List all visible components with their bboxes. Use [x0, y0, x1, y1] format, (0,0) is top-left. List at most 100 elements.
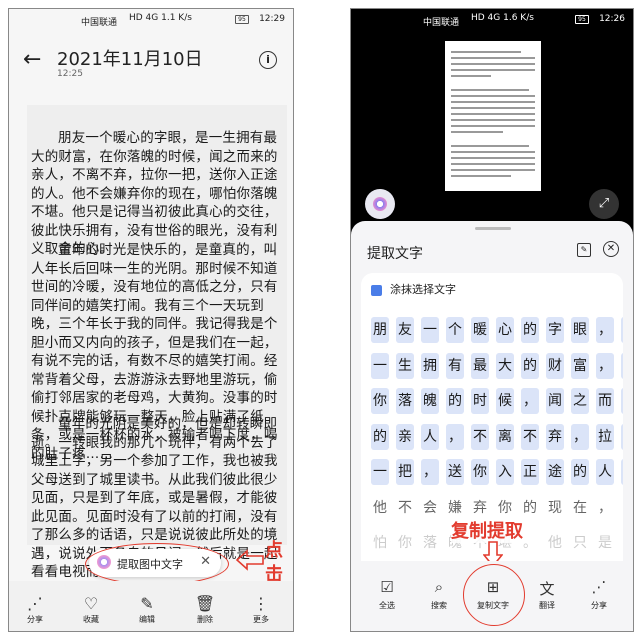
character-cell[interactable]: 入 [496, 459, 514, 485]
character-cell[interactable]: 字 [546, 317, 564, 343]
translate-icon: 文 [539, 580, 555, 598]
character-cell[interactable]: 在 [571, 495, 589, 521]
character-cell[interactable]: 不 [396, 495, 414, 521]
character-cell[interactable]: 亲 [396, 423, 414, 450]
character-cell[interactable]: ， [446, 423, 464, 450]
back-arrow-icon[interactable]: ← [23, 49, 41, 71]
toolbar-delete[interactable]: 🗑 删除 [185, 594, 225, 625]
character-cell[interactable]: 闻 [546, 388, 564, 414]
character-cell[interactable]: 哪 [621, 495, 623, 521]
toolbar-label: 分享 [591, 601, 607, 610]
character-cell[interactable]: 只 [571, 530, 589, 556]
character-cell[interactable]: ， [596, 495, 614, 521]
character-cell[interactable]: ， [596, 317, 614, 343]
character-cell[interactable]: 拉 [596, 423, 614, 450]
character-cell[interactable]: ， [421, 459, 439, 485]
character-cell[interactable]: 一 [421, 317, 439, 343]
character-cell[interactable]: 财 [546, 352, 564, 379]
character-cell[interactable]: 现 [546, 495, 564, 521]
photo-paragraph: 朋友一个暖心的字眼，是一生拥有最大的财富，在你落魄的时候，闻之而来的亲人，不离不… [31, 130, 278, 257]
character-cell[interactable]: ， [596, 352, 614, 379]
info-icon[interactable]: i [259, 51, 277, 69]
character-cell[interactable]: 一 [371, 459, 389, 485]
toolbar-translate[interactable]: 文翻译 [525, 578, 569, 611]
character-cell[interactable]: 你 [621, 423, 623, 450]
character-cell[interactable]: 的 [371, 423, 389, 450]
character-cell[interactable]: 弃 [546, 423, 564, 450]
character-cell[interactable]: 记 [621, 530, 623, 556]
character-cell[interactable]: 不 [521, 423, 539, 450]
sheet-handle[interactable] [475, 227, 511, 230]
character-cell[interactable]: 怕 [371, 530, 389, 556]
character-cell[interactable]: 候 [496, 388, 514, 414]
smear-select-option[interactable]: 涂抹选择文字 [371, 281, 456, 297]
character-cell[interactable]: 他 [371, 495, 389, 521]
character-cell[interactable]: 最 [471, 352, 489, 379]
annotation-circle [85, 543, 229, 585]
toolbar-more[interactable]: ⋮ 更多 [241, 594, 281, 625]
signal-indicator: HD 4G 1.6 K/s [471, 13, 534, 23]
thumbnail-text-line [451, 131, 503, 133]
close-icon[interactable]: ✕ [603, 241, 619, 257]
character-cell[interactable]: 之 [571, 388, 589, 414]
character-cell[interactable]: 的 [521, 352, 539, 379]
character-cell[interactable]: 落 [396, 388, 414, 414]
character-cell[interactable]: 是 [621, 317, 623, 343]
character-cell[interactable]: 来 [621, 388, 623, 414]
character-cell[interactable]: 魄 [421, 388, 439, 414]
character-cell[interactable]: 一 [371, 352, 389, 379]
toolbar-edit[interactable]: ✎ 编辑 [127, 594, 167, 625]
character-cell[interactable]: 你 [471, 459, 489, 485]
character-cell[interactable]: 途 [546, 459, 564, 485]
character-cell[interactable]: 生 [396, 352, 414, 379]
image-preview-area: 中国联通 HD 4G 1.6 K/s 95 12:26 ⤢ [351, 9, 633, 241]
character-cell[interactable]: 。 [621, 459, 623, 485]
toolbar-search[interactable]: ⌕ 搜索 [417, 578, 461, 611]
character-cell[interactable]: 是 [596, 530, 614, 556]
expand-icon[interactable]: ⤢ [589, 189, 619, 219]
trash-icon: 🗑 [194, 594, 216, 613]
character-cell[interactable]: 大 [496, 352, 514, 379]
character-cell[interactable]: 会 [421, 495, 439, 521]
character-cell[interactable]: 富 [571, 352, 589, 379]
character-cell[interactable]: 落 [421, 530, 439, 556]
character-cell[interactable]: ， [521, 388, 539, 414]
character-cell[interactable]: 友 [396, 317, 414, 343]
character-cell[interactable]: 暖 [471, 317, 489, 343]
character-cell[interactable]: 眼 [571, 317, 589, 343]
character-cell[interactable]: 不 [471, 423, 489, 450]
character-cell[interactable]: 你 [371, 388, 389, 414]
status-time: 12:26 [599, 14, 625, 24]
toolbar-favorite[interactable]: ♡ 收藏 [71, 594, 111, 625]
character-cell[interactable]: 有 [446, 352, 464, 379]
toolbar-share[interactable]: ⋰ 分享 [577, 578, 621, 611]
character-cell[interactable]: 个 [446, 317, 464, 343]
battery-icon: 95 [235, 15, 249, 24]
ai-lens-button[interactable] [365, 189, 395, 219]
character-cell[interactable]: 而 [596, 388, 614, 414]
toolbar-share[interactable]: ⋰ 分享 [15, 594, 55, 625]
character-cell[interactable]: 的 [521, 495, 539, 521]
character-cell[interactable]: 送 [446, 459, 464, 485]
character-cell[interactable]: 人 [421, 423, 439, 450]
character-cell[interactable]: 时 [471, 388, 489, 414]
character-cell[interactable]: 正 [521, 459, 539, 485]
character-cell[interactable]: 朋 [371, 317, 389, 343]
character-cell[interactable]: 人 [596, 459, 614, 485]
toolbar-label: 搜索 [431, 601, 447, 610]
character-cell[interactable]: 在 [621, 352, 623, 379]
edit-icon[interactable]: ✎ [577, 243, 591, 257]
character-cell[interactable]: 离 [496, 423, 514, 450]
character-cell[interactable]: 你 [396, 530, 414, 556]
character-cell[interactable]: 的 [446, 388, 464, 414]
character-cell[interactable]: ， [571, 423, 589, 450]
character-cell[interactable]: 心 [496, 317, 514, 343]
character-cell[interactable]: 他 [546, 530, 564, 556]
character-cell[interactable]: 的 [571, 459, 589, 485]
annotation-circle [463, 564, 525, 626]
character-cell[interactable]: 把 [396, 459, 414, 485]
character-cell[interactable]: 。 [521, 530, 539, 556]
toolbar-select-all[interactable]: ☑ 全选 [365, 578, 409, 611]
character-cell[interactable]: 拥 [421, 352, 439, 379]
character-cell[interactable]: 的 [521, 317, 539, 343]
